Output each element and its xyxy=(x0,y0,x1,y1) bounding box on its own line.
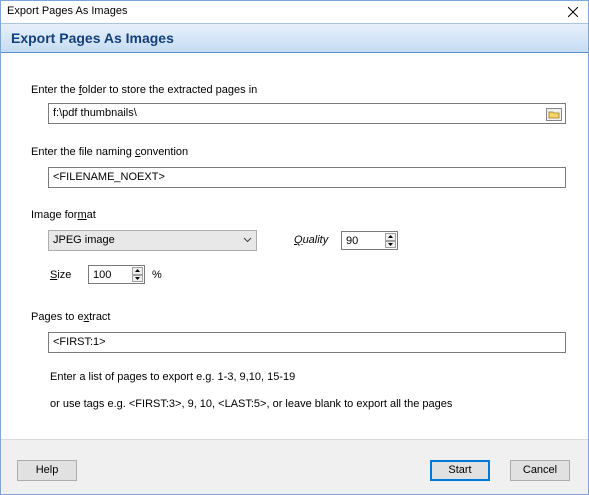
folder-label: Enter the folder to store the extracted … xyxy=(31,84,258,96)
close-icon[interactable] xyxy=(558,1,588,23)
size-value: 100 xyxy=(93,269,112,281)
spin-up-icon[interactable] xyxy=(385,233,396,241)
folder-browse-icon[interactable] xyxy=(545,106,563,122)
start-button[interactable]: Start xyxy=(430,460,490,481)
format-select-value: JPEG image xyxy=(53,234,115,246)
folder-input-value: f:\pdf thumbnails\ xyxy=(53,107,137,119)
folder-input[interactable]: f:\pdf thumbnails\ xyxy=(48,103,566,124)
dialog-content: Enter the folder to store the extracted … xyxy=(1,54,588,439)
help-button[interactable]: Help xyxy=(17,460,77,481)
title-bar[interactable]: Export Pages As Images xyxy=(1,1,588,23)
spin-up-icon[interactable] xyxy=(132,267,143,275)
naming-label: Enter the file naming convention xyxy=(31,146,189,158)
format-select[interactable]: JPEG image xyxy=(48,230,257,251)
size-spinner[interactable]: 100 xyxy=(88,265,145,284)
pages-label: Pages to extract xyxy=(31,311,111,323)
pages-hint-2: or use tags e.g. <FIRST:3>, 9, 10, <LAST… xyxy=(50,398,453,410)
pages-input[interactable]: <FIRST:1> xyxy=(48,332,566,353)
spin-down-icon[interactable] xyxy=(132,274,143,282)
pages-input-value: <FIRST:1> xyxy=(53,336,106,348)
naming-input[interactable]: <FILENAME_NOEXT> xyxy=(48,167,566,188)
format-label: Image format xyxy=(31,209,96,221)
quality-value: 90 xyxy=(346,235,359,247)
cancel-button[interactable]: Cancel xyxy=(510,460,570,481)
naming-input-value: <FILENAME_NOEXT> xyxy=(53,171,165,183)
window-title: Export Pages As Images xyxy=(7,5,128,17)
dialog-header: Export Pages As Images xyxy=(1,23,588,53)
header-title: Export Pages As Images xyxy=(11,30,174,46)
export-dialog: Export Pages As Images Export Pages As I… xyxy=(0,0,589,495)
quality-spinner[interactable]: 90 xyxy=(341,231,398,250)
chevron-down-icon xyxy=(243,235,252,247)
pages-hint-1: Enter a list of pages to export e.g. 1-3… xyxy=(50,371,296,383)
size-label: Size xyxy=(50,269,72,281)
spin-down-icon[interactable] xyxy=(385,240,396,248)
quality-label: Quality xyxy=(294,234,329,246)
dialog-footer: Help Start Cancel xyxy=(1,439,588,494)
size-unit: % xyxy=(152,269,162,281)
